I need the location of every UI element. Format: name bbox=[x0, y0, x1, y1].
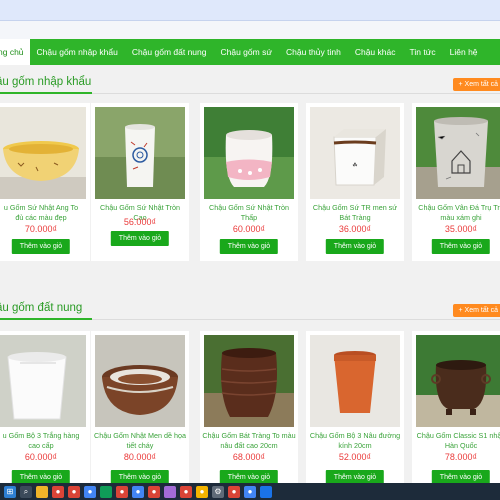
product-name[interactable]: Chậu Gốm Sứ TR men sứ Bát Tràng bbox=[308, 203, 402, 223]
yellow-bowl-pot-icon[interactable] bbox=[0, 107, 86, 199]
product-card[interactable]: Chậu Gốm Bộ 3 Nâu đường kính 20cm 52.000₫… bbox=[306, 331, 404, 483]
chrome-icon[interactable]: ● bbox=[148, 485, 160, 498]
browser-tab-strip bbox=[0, 21, 500, 39]
brown-nested-pots-icon[interactable] bbox=[95, 335, 185, 427]
nav-imported-pots[interactable]: Chậu gốm nhập khẩu bbox=[30, 39, 125, 65]
photos-icon[interactable] bbox=[100, 485, 112, 498]
product-price: 78.000₫ bbox=[444, 452, 478, 462]
add-to-cart-button[interactable]: Thêm vào giỏ bbox=[219, 239, 279, 254]
nav-home[interactable]: ng chủ bbox=[0, 39, 30, 65]
product-price: 52.000₫ bbox=[338, 452, 372, 462]
terracotta-pot-icon[interactable] bbox=[310, 335, 400, 427]
product-price: 56.000₫ bbox=[123, 217, 157, 227]
white-nested-pots-icon[interactable] bbox=[0, 335, 86, 427]
white-cylinder-pot-icon[interactable] bbox=[95, 107, 185, 199]
product-name[interactable]: Chậu Gốm Nhật Men dề họa tiết cháy bbox=[93, 431, 187, 451]
product-name[interactable]: Chậu Gốm Vân Đá Trụ Tro màu xám ghi bbox=[414, 203, 500, 223]
nav-contact[interactable]: Liên hệ bbox=[443, 39, 485, 65]
product-price: 70.000₫ bbox=[24, 224, 58, 234]
product-name[interactable]: Chậu Gốm Sứ Nhật Tròn Thấp bbox=[202, 203, 296, 223]
chrome-icon[interactable]: ● bbox=[84, 485, 96, 498]
chrome-icon[interactable]: ● bbox=[132, 485, 144, 498]
section-header: ậu gốm nhập khẩu + Xem tất cả bbox=[0, 70, 500, 96]
dark-brown-pot-icon[interactable] bbox=[204, 335, 294, 427]
section-underline bbox=[0, 92, 92, 94]
chrome-icon[interactable]: ● bbox=[116, 485, 128, 498]
windows-start-icon[interactable]: ⊞ bbox=[4, 485, 16, 498]
product-card[interactable]: Chậu Gốm Nhật Men dề họa tiết cháy 80.000… bbox=[91, 331, 189, 483]
product-card[interactable]: Chậu Gốm Sứ Nhật Tròn Thấp 60.000₫ Thêm v… bbox=[200, 103, 298, 261]
product-price: 80.000₫ bbox=[123, 452, 157, 462]
chrome-icon[interactable]: ● bbox=[196, 485, 208, 498]
product-card[interactable]: Chậu Gốm Bát Tràng To màu nâu đất cao 20c… bbox=[200, 331, 298, 483]
add-to-cart-button[interactable]: Thêm vào giỏ bbox=[325, 239, 385, 254]
add-to-cart-button[interactable]: Thêm vào giỏ bbox=[110, 231, 170, 246]
product-card[interactable]: u Gốm Bộ 3 Trắng hàng cao cấp 60.000₫ Thê… bbox=[0, 331, 90, 483]
add-to-cart-button[interactable]: Thêm vào giỏ bbox=[431, 239, 491, 254]
see-all-button[interactable]: + Xem tất cả bbox=[452, 78, 500, 91]
search-icon[interactable]: ⌕ bbox=[20, 485, 32, 498]
chrome-icon[interactable]: ● bbox=[68, 485, 80, 498]
section-underline bbox=[0, 318, 92, 320]
add-to-cart-button[interactable]: Thêm vào giỏ bbox=[11, 239, 71, 254]
main-content: ậu gốm nhập khẩu + Xem tất cả u Gốm Sứ N… bbox=[0, 65, 500, 483]
product-card[interactable]: Chậu Gốm Classic S1 nhập Hàn Quốc 78.000₫… bbox=[412, 331, 500, 483]
add-to-cart-button[interactable]: Thêm vào giỏ bbox=[110, 470, 170, 483]
product-name[interactable]: Chậu Gốm Bộ 3 Nâu đường kính 20cm bbox=[308, 431, 402, 451]
product-name[interactable]: u Gốm Sứ Nhật Ang To đủ các màu đẹp bbox=[0, 203, 88, 223]
main-navbar: ng chủ Chậu gốm nhập khẩu Chậu gốm đất n… bbox=[0, 39, 500, 65]
product-card[interactable]: ☘ Chậu Gốm Sứ TR men sứ Bát Tràng 36.000₫… bbox=[306, 103, 404, 261]
product-card[interactable]: Chậu Gốm Vân Đá Trụ Tro màu xám ghi 35.00… bbox=[412, 103, 500, 261]
settings-icon[interactable]: ⚙ bbox=[212, 485, 224, 498]
product-name[interactable]: Chậu Gốm Classic S1 nhập Hàn Quốc bbox=[414, 431, 500, 451]
svg-text:☘: ☘ bbox=[352, 162, 357, 169]
product-name[interactable]: u Gốm Bộ 3 Trắng hàng cao cấp bbox=[0, 431, 88, 451]
grey-stone-pot-icon[interactable] bbox=[416, 107, 500, 199]
add-to-cart-button[interactable]: Thêm vào giỏ bbox=[431, 470, 491, 483]
product-card[interactable]: u Gốm Sứ Nhật Ang To đủ các màu đẹp 70.00… bbox=[0, 103, 90, 261]
windows-taskbar: ⊞ ⌕ ● ● ● ● ● ● ● ● ⚙ ● ● bbox=[0, 483, 500, 500]
section-title: ậu gốm đất nung bbox=[0, 302, 83, 314]
see-all-button[interactable]: + Xem tất cả bbox=[452, 304, 500, 317]
product-price: 68.000₫ bbox=[232, 452, 266, 462]
nav-glass-pots[interactable]: Chậu thủy tinh bbox=[279, 39, 348, 65]
add-to-cart-button[interactable]: Thêm vào giỏ bbox=[219, 470, 279, 483]
add-to-cart-button[interactable]: Thêm vào giỏ bbox=[325, 470, 385, 483]
product-price: 36.000₫ bbox=[338, 224, 372, 234]
product-name[interactable]: Chậu Gốm Bát Tràng To màu nâu đất cao 20c… bbox=[202, 431, 296, 451]
square-white-pot-icon[interactable]: ☘ bbox=[310, 107, 400, 199]
chrome-icon[interactable]: ● bbox=[244, 485, 256, 498]
add-to-cart-button[interactable]: Thêm vào giỏ bbox=[11, 470, 71, 483]
file-explorer-icon[interactable] bbox=[36, 485, 48, 498]
chrome-icon[interactable]: ● bbox=[52, 485, 64, 498]
nav-terracotta-pots[interactable]: Chậu gốm đất nung bbox=[125, 39, 214, 65]
pink-dot-pot-icon[interactable] bbox=[204, 107, 294, 199]
chrome-icon[interactable]: ● bbox=[180, 485, 192, 498]
nav-news[interactable]: Tin tức bbox=[402, 39, 442, 65]
section-header: ậu gốm đất nung + Xem tất cả bbox=[0, 296, 500, 322]
browser-toolbar bbox=[0, 0, 500, 21]
nav-ceramic-pots[interactable]: Chậu gốm sứ bbox=[213, 39, 279, 65]
section-title: ậu gốm nhập khẩu bbox=[0, 76, 92, 88]
app-icon[interactable] bbox=[260, 485, 272, 498]
product-price: 60.000₫ bbox=[24, 452, 58, 462]
product-price: 35.000₫ bbox=[444, 224, 478, 234]
product-price: 60.000₫ bbox=[232, 224, 266, 234]
paint-icon[interactable] bbox=[164, 485, 176, 498]
product-card[interactable]: Chậu Gốm Sứ Nhật Tròn Cao 56.000₫ Thêm v… bbox=[91, 103, 189, 261]
classic-footed-pot-icon[interactable] bbox=[416, 335, 500, 427]
chrome-icon[interactable]: ● bbox=[228, 485, 240, 498]
nav-other-pots[interactable]: Chậu khác bbox=[348, 39, 403, 65]
